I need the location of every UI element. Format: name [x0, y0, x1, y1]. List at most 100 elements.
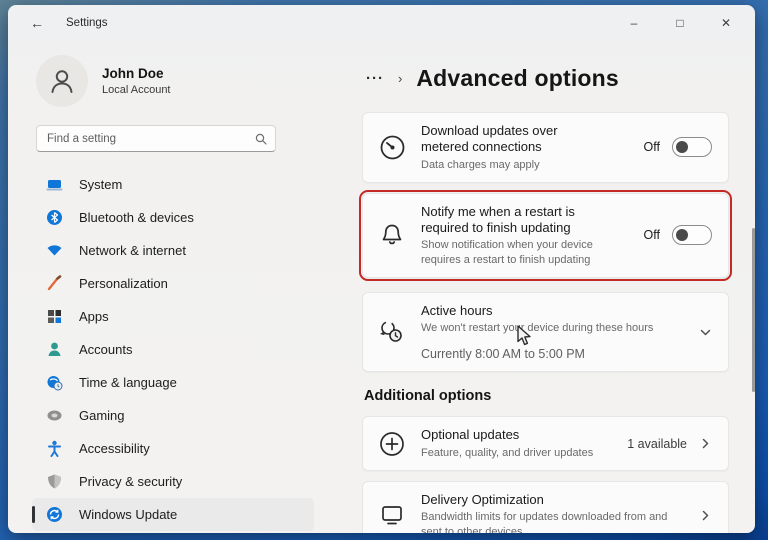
windows-update-icon: [46, 506, 63, 523]
mouse-cursor: [516, 325, 534, 347]
card-download-updates-over-metered[interactable]: Download updates over metered connection…: [362, 112, 729, 183]
card-title: Active hours: [421, 302, 493, 318]
card-optional-updates[interactable]: Optional updates Feature, quality, and dr…: [362, 416, 729, 471]
page-title: Advanced options: [416, 65, 619, 91]
card-text: Download updates over metered connection…: [421, 123, 644, 172]
accounts-icon: [46, 341, 63, 358]
time-language-icon: [46, 374, 63, 391]
sidebar-nav: System Bluetooth & devices Network & inter…: [32, 168, 342, 531]
maximize-button[interactable]: □: [657, 5, 703, 41]
card-delivery-optimization[interactable]: Delivery Optimization Bandwidth limits fo…: [362, 480, 729, 533]
sidebar-item-network-internet[interactable]: Network & internet: [32, 234, 314, 267]
breadcrumb: ··· › Advanced options: [366, 65, 729, 92]
settings-window: ← Settings – □ ✕ John Doe Local Account: [8, 5, 755, 533]
delivery-icon: [363, 502, 421, 528]
chevron-down-icon[interactable]: [699, 326, 712, 339]
card-subtitle: Show notification when your device requi…: [421, 239, 593, 266]
card-subtitle: Feature, quality, and driver updates: [421, 446, 594, 459]
bell-icon: [363, 222, 421, 248]
bluetooth-icon: [46, 209, 63, 226]
card-subtitle: We won't restart your device during thes…: [421, 322, 654, 335]
breadcrumb-ellipsis[interactable]: ···: [366, 70, 384, 87]
back-arrow-icon[interactable]: ←: [30, 15, 56, 31]
card-value-badge: 1 available: [627, 436, 687, 451]
main-content: ··· › Advanced options Download updates …: [342, 41, 755, 533]
card-notify-me-when-a-restart-is-re[interactable]: Notify me when a restart is required to …: [359, 189, 732, 281]
sidebar-item-label: System: [79, 177, 123, 192]
sidebar-item-time-language[interactable]: Time & language: [32, 366, 314, 399]
accessibility-icon: [46, 440, 63, 457]
toggle-switch[interactable]: [672, 137, 712, 158]
card-controls: [699, 326, 712, 339]
user-profile[interactable]: John Doe Local Account: [36, 55, 342, 107]
sidebar-item-label: Bluetooth & devices: [79, 210, 194, 225]
section-header: Additional options: [364, 388, 492, 405]
sidebar-item-bluetooth-devices[interactable]: Bluetooth & devices: [32, 201, 314, 234]
person-icon: [51, 70, 73, 93]
sidebar-item-label: Privacy & security: [79, 474, 183, 489]
card-current-value: Currently 8:00 AM to 5:00 PM: [421, 347, 585, 362]
card-text: Active hours We won't restart your device…: [421, 303, 699, 362]
avatar: [36, 55, 88, 107]
sidebar-item-windows-update[interactable]: Windows Update: [32, 498, 314, 531]
sidebar-item-label: Time & language: [79, 375, 177, 390]
system-icon: [46, 176, 63, 193]
card-subtitle: Bandwidth limits for updates downloaded …: [421, 511, 668, 533]
toggle-knob: [676, 229, 688, 242]
toggle-state-label: Off: [643, 140, 660, 155]
card-subtitle: Data charges may apply: [421, 158, 540, 171]
sidebar-item-system[interactable]: System: [32, 168, 314, 201]
sidebar-item-label: Windows Update: [79, 507, 178, 522]
card-title: Delivery Optimization: [421, 491, 544, 507]
active-hours-icon: [363, 318, 421, 346]
privacy-icon: [46, 473, 63, 490]
sidebar-item-gaming[interactable]: Gaming: [32, 399, 314, 432]
card-active-hours[interactable]: Active hours We won't restart your device…: [362, 291, 729, 373]
card-title: Notify me when a restart is required to …: [421, 203, 575, 236]
sidebar-item-accounts[interactable]: Accounts: [32, 333, 314, 366]
card-text: Delivery Optimization Bandwidth limits fo…: [421, 492, 699, 533]
minimize-button[interactable]: –: [611, 5, 657, 41]
sidebar-item-label: Accessibility: [79, 441, 150, 456]
toggle-knob: [676, 141, 688, 154]
sidebar-item-privacy-security[interactable]: Privacy & security: [32, 465, 314, 498]
profile-account-type: Local Account: [102, 84, 171, 96]
sidebar-item-accessibility[interactable]: Accessibility: [32, 432, 314, 465]
card-text: Optional updates Feature, quality, and dr…: [421, 427, 627, 460]
sidebar-item-label: Gaming: [79, 408, 125, 423]
toggle-switch[interactable]: [672, 225, 712, 246]
card-title: Download updates over metered connection…: [421, 123, 558, 155]
toggle-state-label: Off: [643, 228, 660, 243]
apps-icon: [46, 308, 63, 325]
search-input[interactable]: [47, 132, 255, 145]
sidebar-item-label: Network & internet: [79, 243, 186, 258]
card-controls: [699, 509, 712, 522]
titlebar: ← Settings – □ ✕: [8, 5, 755, 41]
sidebar-item-label: Personalization: [79, 276, 168, 291]
circle-plus-icon: [363, 430, 421, 458]
card-controls: Off: [643, 225, 712, 246]
card-controls: Off: [643, 137, 712, 158]
personalization-icon: [46, 275, 63, 292]
gauge-icon: [363, 134, 421, 161]
chevron-right-icon: ›: [398, 71, 403, 86]
sidebar-item-apps[interactable]: Apps: [32, 300, 314, 333]
app-title: Settings: [66, 17, 108, 29]
card-title: Optional updates: [421, 427, 520, 443]
search-icon: [255, 133, 267, 145]
card-controls: 1 available: [627, 437, 712, 451]
sidebar-item-personalization[interactable]: Personalization: [32, 267, 314, 300]
settings-cards: Download updates over metered connection…: [359, 112, 732, 533]
chevron-right-icon[interactable]: [699, 509, 712, 522]
search-box[interactable]: [36, 125, 276, 152]
gaming-icon: [46, 407, 63, 424]
window-controls: – □ ✕: [611, 5, 749, 41]
sidebar: John Doe Local Account System Bluetooth &…: [8, 41, 342, 533]
close-button[interactable]: ✕: [703, 5, 749, 41]
chevron-right-icon[interactable]: [699, 437, 712, 450]
card-text: Notify me when a restart is required to …: [421, 204, 644, 267]
sidebar-item-label: Accounts: [79, 342, 133, 357]
sidebar-item-label: Apps: [79, 309, 109, 324]
scrollbar[interactable]: [752, 228, 755, 392]
desktop: { "window": { "app_title": "Settings", "…: [0, 0, 768, 540]
